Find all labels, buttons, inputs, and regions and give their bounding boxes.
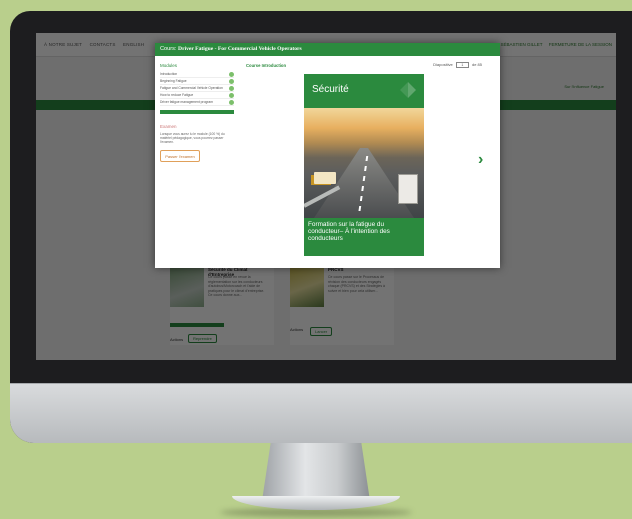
- course-slide: Sécurité Formation sur la fatigue du con…: [304, 74, 424, 256]
- check-icon: [229, 86, 234, 91]
- content-title: Course Introduction: [246, 63, 287, 68]
- modules-sidebar: Modules Introduction Beginning Fatigue F…: [160, 63, 234, 162]
- module-label: Fatigue and Commercial Vehicle Operation: [160, 86, 223, 90]
- check-icon: [229, 100, 234, 105]
- exam-instructions: Lorsque vous aurez lu le module (100 %) …: [160, 132, 225, 145]
- module-label: Driver fatigue management program: [160, 100, 213, 104]
- monitor-base: [232, 496, 400, 510]
- slide-header: Sécurité: [304, 74, 424, 108]
- take-exam-button[interactable]: Passer l'examen: [160, 149, 200, 162]
- modules-heading: Modules: [160, 63, 178, 68]
- monitor-chin: [10, 383, 632, 443]
- course-modal: Cours: Driver Fatigue - For Commercial V…: [155, 43, 500, 268]
- leaf-logo-icon: [400, 82, 416, 98]
- check-icon: [229, 79, 234, 84]
- pager-total: 85: [477, 62, 482, 68]
- module-label: Beginning Fatigue: [160, 79, 187, 83]
- modal-title: Driver Fatigue - For Commercial Vehicle …: [178, 46, 302, 52]
- module-item[interactable]: Driver fatigue management program: [160, 99, 234, 106]
- modal-prefix: Cours:: [160, 46, 177, 52]
- pager-label: Diapositive: [433, 62, 453, 68]
- modal-header: Cours: Driver Fatigue - For Commercial V…: [155, 43, 500, 56]
- slide-number-input[interactable]: 1: [455, 62, 469, 68]
- module-item[interactable]: Fatigue and Commercial Vehicle Operation: [160, 85, 234, 92]
- screen: À NOTRE SUJET CONTACTS ENGLISH SÉBASTIEN…: [36, 33, 616, 360]
- module-item[interactable]: How to reduce Fatigue: [160, 92, 234, 99]
- slide-pager: Diapositive 1 de 85: [433, 62, 482, 68]
- module-label: Introduction: [160, 72, 178, 76]
- truck-right: [398, 174, 418, 204]
- highway-photo: [304, 108, 424, 218]
- truck-left: [314, 172, 336, 184]
- check-icon: [229, 93, 234, 98]
- slide-caption: Formation sur la fatigue du conducteur– …: [304, 218, 424, 256]
- module-item[interactable]: Beginning Fatigue: [160, 78, 234, 85]
- check-icon: [229, 72, 234, 77]
- chevron-right-icon[interactable]: ›: [478, 151, 483, 169]
- slide-title: Sécurité: [312, 84, 349, 95]
- module-label: How to reduce Fatigue: [160, 93, 194, 97]
- exam-heading: Examen: [160, 124, 177, 129]
- pager-of: de: [471, 62, 477, 68]
- monitor-stand: [262, 443, 370, 501]
- modules-progress-bar: [160, 110, 234, 114]
- module-item[interactable]: Introduction: [160, 71, 234, 78]
